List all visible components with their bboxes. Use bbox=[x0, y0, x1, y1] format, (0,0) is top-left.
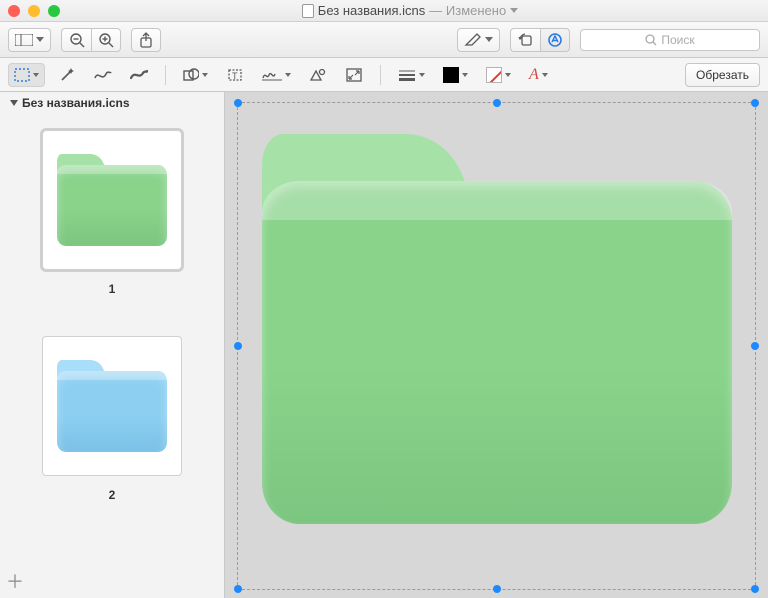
share-button[interactable] bbox=[131, 28, 161, 52]
markup-icon bbox=[547, 32, 563, 48]
shapes-button[interactable] bbox=[178, 63, 213, 87]
toolbar-separator bbox=[165, 65, 166, 85]
thumbnail-item[interactable]: 1 bbox=[10, 130, 214, 296]
thumbnail-preview bbox=[42, 130, 182, 270]
disclosure-triangle-icon bbox=[10, 100, 18, 106]
thumbnail-item[interactable]: 2 bbox=[10, 336, 214, 502]
window-title-status: — Изменено bbox=[429, 3, 506, 18]
zoom-out-icon bbox=[69, 32, 85, 48]
document-icon bbox=[302, 4, 314, 18]
resize-handle[interactable] bbox=[751, 342, 759, 350]
thumbnails-sidebar: Без названия.icns 1 2 ＋ bbox=[0, 92, 225, 598]
content-area: Без названия.icns 1 2 ＋ bbox=[0, 92, 768, 598]
color-swatch-none bbox=[486, 67, 502, 83]
draw-icon bbox=[130, 68, 148, 82]
resize-handle[interactable] bbox=[493, 99, 501, 107]
thumbnail-preview bbox=[42, 336, 182, 476]
window-title: Без названия.icns — Изменено bbox=[60, 3, 760, 18]
sketch-button[interactable] bbox=[89, 63, 117, 87]
view-mode-button[interactable] bbox=[8, 28, 51, 52]
thumbnail-label: 2 bbox=[109, 488, 116, 502]
chevron-down-icon bbox=[36, 37, 44, 43]
adjust-size-icon bbox=[346, 68, 362, 82]
resize-handle[interactable] bbox=[493, 585, 501, 593]
sidebar-header[interactable]: Без названия.icns bbox=[10, 96, 214, 110]
close-window-button[interactable] bbox=[8, 5, 20, 17]
fullscreen-window-button[interactable] bbox=[48, 5, 60, 17]
search-placeholder: Поиск bbox=[661, 33, 694, 47]
color-swatch-black bbox=[443, 67, 459, 83]
add-page-button[interactable]: ＋ bbox=[6, 568, 24, 594]
resize-handle[interactable] bbox=[751, 585, 759, 593]
text-button[interactable]: T bbox=[221, 63, 249, 87]
selection-tool-button[interactable] bbox=[8, 63, 45, 87]
signature-icon bbox=[262, 68, 282, 82]
draw-button[interactable] bbox=[125, 63, 153, 87]
resize-handle[interactable] bbox=[234, 585, 242, 593]
text-box-icon: T bbox=[228, 68, 242, 82]
resize-handle[interactable] bbox=[234, 342, 242, 350]
resize-handle[interactable] bbox=[234, 99, 242, 107]
search-input[interactable]: Поиск bbox=[580, 29, 760, 51]
highlighter-icon bbox=[464, 33, 482, 47]
folder-icon bbox=[57, 360, 167, 452]
folder-icon bbox=[262, 134, 732, 524]
traffic-lights bbox=[8, 5, 60, 17]
markup-toggle-button[interactable] bbox=[540, 28, 570, 52]
minimize-window-button[interactable] bbox=[28, 5, 40, 17]
markup-toolbar: T A Обрезать bbox=[0, 58, 768, 92]
rotate-icon bbox=[518, 33, 534, 47]
sketch-icon bbox=[94, 68, 112, 82]
font-letter-icon: A bbox=[529, 66, 539, 84]
sign-button[interactable] bbox=[257, 63, 296, 87]
selection-rect-icon bbox=[14, 68, 30, 82]
canvas-area[interactable] bbox=[225, 92, 768, 598]
rotate-button[interactable] bbox=[510, 28, 540, 52]
adjust-color-button[interactable] bbox=[304, 63, 332, 87]
thumbnail-label: 1 bbox=[109, 282, 116, 296]
share-icon bbox=[139, 32, 153, 48]
resize-handle[interactable] bbox=[751, 99, 759, 107]
toolbar-separator bbox=[380, 65, 381, 85]
instant-alpha-button[interactable] bbox=[53, 63, 81, 87]
text-style-button[interactable]: A bbox=[524, 63, 553, 87]
highlight-button[interactable] bbox=[457, 28, 500, 52]
chevron-down-icon bbox=[485, 37, 493, 43]
shapes-icon bbox=[183, 68, 199, 82]
chevron-down-icon[interactable] bbox=[510, 8, 518, 14]
window-title-filename: Без названия.icns bbox=[318, 3, 425, 18]
main-toolbar: Поиск bbox=[0, 22, 768, 58]
adjust-size-button[interactable] bbox=[340, 63, 368, 87]
window-titlebar: Без названия.icns — Изменено bbox=[0, 0, 768, 22]
stroke-color-button[interactable] bbox=[438, 63, 473, 87]
zoom-in-icon bbox=[98, 32, 114, 48]
line-weight-button[interactable] bbox=[393, 63, 430, 87]
fill-color-button[interactable] bbox=[481, 63, 516, 87]
zoom-out-button[interactable] bbox=[61, 28, 91, 52]
sidebar-layout-icon bbox=[15, 34, 33, 46]
svg-text:T: T bbox=[232, 71, 238, 81]
zoom-in-button[interactable] bbox=[91, 28, 121, 52]
line-weight-icon bbox=[398, 69, 416, 81]
sidebar-header-label: Без названия.icns bbox=[22, 96, 130, 110]
magic-wand-icon bbox=[59, 67, 75, 83]
crop-button[interactable]: Обрезать bbox=[685, 63, 760, 87]
search-icon bbox=[645, 34, 657, 46]
adjust-color-icon bbox=[310, 68, 326, 82]
folder-icon bbox=[57, 154, 167, 246]
